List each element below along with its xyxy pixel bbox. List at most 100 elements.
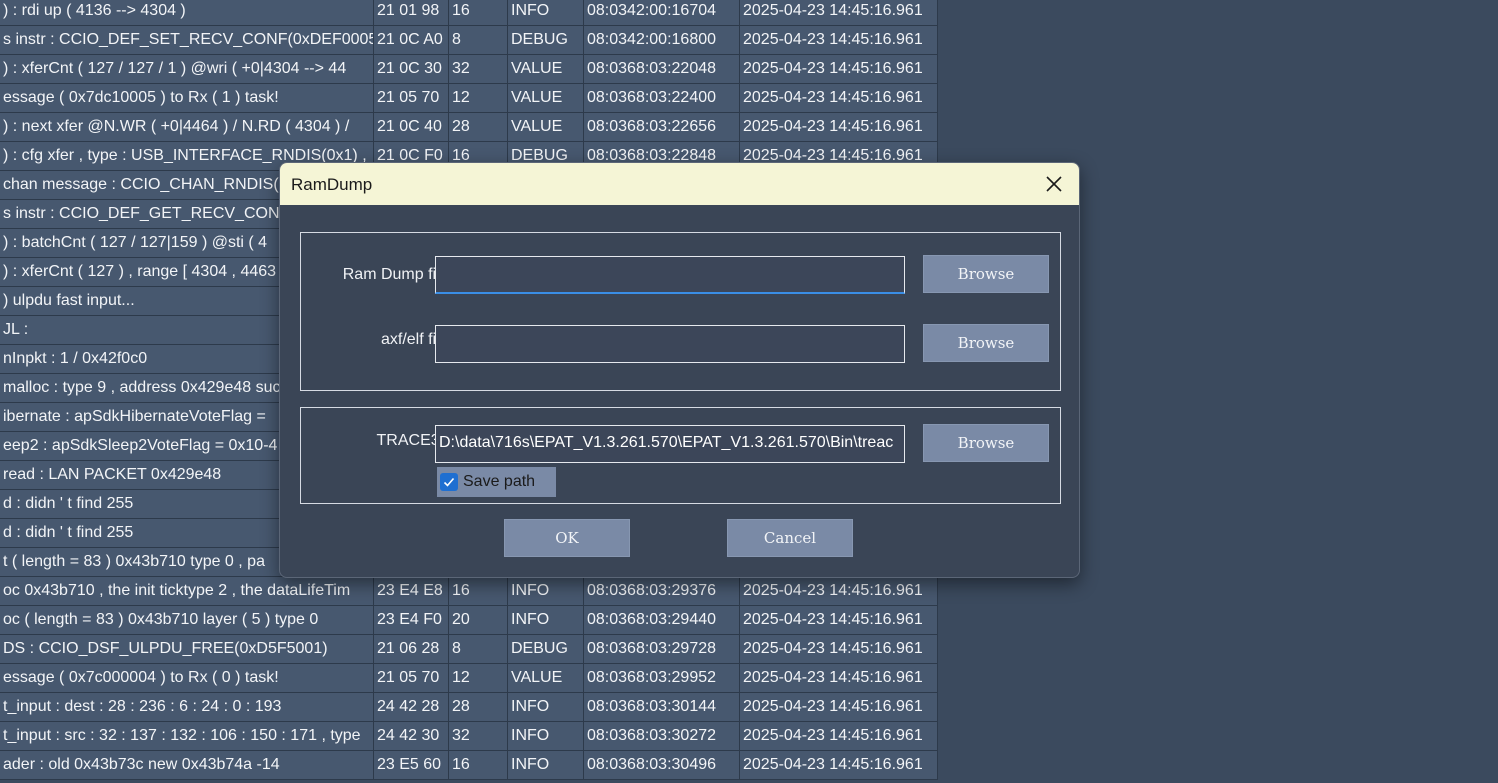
close-icon <box>1046 176 1062 192</box>
log-cell-time: 2025-04-23 14:45:16.961 <box>739 721 938 751</box>
log-cell-len: 12 <box>448 663 508 693</box>
log-row[interactable]: oc 0x43b710 , the init ticktype 2 , the … <box>0 576 938 606</box>
trace32-label: TRACE32: <box>376 432 453 449</box>
log-cell-tick: 08:0368:03:22400 <box>583 83 740 113</box>
log-row[interactable]: ader : old 0x43b73c new 0x43b74a -14 23 E… <box>0 750 938 780</box>
log-cell-code: 24 42 30 <box>373 721 449 751</box>
log-cell-level: VALUE <box>507 112 584 142</box>
log-cell-len: 16 <box>448 576 508 606</box>
log-cell-len: 12 <box>448 83 508 113</box>
log-cell-level: INFO <box>507 721 584 751</box>
log-cell-len: 28 <box>448 112 508 142</box>
checkmark-icon <box>443 477 455 487</box>
log-cell-level: VALUE <box>507 663 584 693</box>
log-cell-code: 23 E5 60 <box>373 750 449 780</box>
log-cell-len: 32 <box>448 54 508 84</box>
log-cell-time: 2025-04-23 14:45:16.961 <box>739 83 938 113</box>
log-cell-msg: t_input : src : 32 : 137 : 132 : 106 : 1… <box>0 721 374 751</box>
log-cell-level: INFO <box>507 750 584 780</box>
dialog-title: RamDump <box>291 175 373 194</box>
log-cell-len: 20 <box>448 605 508 635</box>
log-cell-code: 23 E4 E8 <box>373 576 449 606</box>
axf-elf-browse-button[interactable]: Browse <box>923 324 1049 362</box>
log-row[interactable]: oc ( length = 83 ) 0x43b710 layer ( 5 ) … <box>0 605 938 635</box>
log-row[interactable]: t_input : dest : 28 : 236 : 6 : 24 : 0 :… <box>0 692 938 722</box>
ok-button[interactable]: OK <box>504 519 630 557</box>
log-cell-len: 32 <box>448 721 508 751</box>
log-cell-time: 2025-04-23 14:45:16.961 <box>739 605 938 635</box>
log-cell-time: 2025-04-23 14:45:16.961 <box>739 634 938 664</box>
log-cell-len: 16 <box>448 750 508 780</box>
log-cell-tick: 08:0342:00:16800 <box>583 25 740 55</box>
log-cell-msg: oc ( length = 83 ) 0x43b710 layer ( 5 ) … <box>0 605 374 635</box>
log-cell-tick: 08:0368:03:29376 <box>583 576 740 606</box>
log-row[interactable]: t_input : src : 32 : 137 : 132 : 106 : 1… <box>0 721 938 751</box>
dialog-title-bar[interactable]: RamDump <box>280 163 1079 205</box>
log-cell-time: 2025-04-23 14:45:16.961 <box>739 0 938 26</box>
log-row[interactable]: essage ( 0x7c000004 ) to Rx ( 0 ) task! 2… <box>0 663 938 693</box>
ramdump-dialog: RamDump Ram Dump file: Browse axf/elf fi… <box>279 162 1080 578</box>
log-cell-msg: s instr : CCIO_DEF_SET_RECV_CONF(0xDEF00… <box>0 25 374 55</box>
log-cell-time: 2025-04-23 14:45:16.961 <box>739 692 938 722</box>
log-cell-code: 21 0C A0 <box>373 25 449 55</box>
log-cell-code: 21 06 28 <box>373 634 449 664</box>
log-row[interactable]: s instr : CCIO_DEF_SET_RECV_CONF(0xDEF00… <box>0 25 938 55</box>
log-cell-level: INFO <box>507 692 584 722</box>
trace32-path-input[interactable]: D:\data\716s\EPAT_V1.3.261.570\EPAT_V1.3… <box>435 425 905 463</box>
axf-elf-file-label: axf/elf file: <box>380 331 453 348</box>
log-cell-time: 2025-04-23 14:45:16.961 <box>739 112 938 142</box>
log-row[interactable]: DS : CCIO_DSF_ULPDU_FREE(0xD5F5001) 21 06… <box>0 634 938 664</box>
log-row[interactable]: ) : next xfer @N.WR ( +0|4464 ) / N.RD (… <box>0 112 938 142</box>
ramdump-file-input[interactable] <box>435 256 905 294</box>
close-button[interactable] <box>1037 169 1071 199</box>
log-cell-tick: 08:0368:03:22656 <box>583 112 740 142</box>
log-cell-len: 8 <box>448 25 508 55</box>
log-cell-msg: essage ( 0x7dc10005 ) to Rx ( 1 ) task! <box>0 83 374 113</box>
log-cell-level: INFO <box>507 0 584 26</box>
log-cell-tick: 08:0368:03:30496 <box>583 750 740 780</box>
log-cell-tick: 08:0368:03:30272 <box>583 721 740 751</box>
trace32-browse-button[interactable]: Browse <box>923 424 1049 462</box>
log-cell-msg: ) : rdi up ( 4136 --> 4304 ) <box>0 0 374 26</box>
log-cell-code: 21 01 98 <box>373 0 449 26</box>
log-cell-tick: 08:0368:03:22048 <box>583 54 740 84</box>
log-cell-msg: ) : xferCnt ( 127 / 127 / 1 ) @wri ( +0|… <box>0 54 374 84</box>
log-cell-level: DEBUG <box>507 25 584 55</box>
log-cell-msg: oc 0x43b710 , the init ticktype 2 , the … <box>0 576 374 606</box>
log-cell-code: 21 05 70 <box>373 663 449 693</box>
log-cell-msg: t_input : dest : 28 : 236 : 6 : 24 : 0 :… <box>0 692 374 722</box>
log-cell-code: 21 05 70 <box>373 83 449 113</box>
log-cell-msg: DS : CCIO_DSF_ULPDU_FREE(0xD5F5001) <box>0 634 374 664</box>
log-cell-level: INFO <box>507 576 584 606</box>
log-cell-tick: 08:0368:03:29728 <box>583 634 740 664</box>
log-row[interactable]: essage ( 0x7dc10005 ) to Rx ( 1 ) task! 2… <box>0 83 938 113</box>
log-cell-code: 23 E4 F0 <box>373 605 449 635</box>
cancel-button[interactable]: Cancel <box>727 519 853 557</box>
log-cell-len: 28 <box>448 692 508 722</box>
log-cell-msg: ader : old 0x43b73c new 0x43b74a -14 <box>0 750 374 780</box>
ramdump-file-label: Ram Dump file: <box>342 266 453 283</box>
log-cell-len: 8 <box>448 634 508 664</box>
log-cell-code: 21 0C 30 <box>373 54 449 84</box>
log-cell-time: 2025-04-23 14:45:16.961 <box>739 750 938 780</box>
log-cell-tick: 08:0368:03:29440 <box>583 605 740 635</box>
log-row[interactable]: ) : xferCnt ( 127 / 127 / 1 ) @wri ( +0|… <box>0 54 938 84</box>
log-cell-level: INFO <box>507 605 584 635</box>
log-cell-tick: 08:0368:03:30144 <box>583 692 740 722</box>
log-cell-level: VALUE <box>507 54 584 84</box>
save-path-checkbox[interactable]: Save path <box>437 467 556 497</box>
log-cell-msg: essage ( 0x7c000004 ) to Rx ( 0 ) task! <box>0 663 374 693</box>
log-cell-time: 2025-04-23 14:45:16.961 <box>739 663 938 693</box>
ramdump-browse-button[interactable]: Browse <box>923 255 1049 293</box>
log-cell-time: 2025-04-23 14:45:16.961 <box>739 576 938 606</box>
log-cell-tick: 08:0342:00:16704 <box>583 0 740 26</box>
log-cell-msg: ) : next xfer @N.WR ( +0|4464 ) / N.RD (… <box>0 112 374 142</box>
log-cell-level: DEBUG <box>507 634 584 664</box>
log-cell-code: 21 0C 40 <box>373 112 449 142</box>
log-cell-tick: 08:0368:03:29952 <box>583 663 740 693</box>
checkbox-box[interactable] <box>440 473 458 491</box>
axf-elf-file-input[interactable] <box>435 325 905 363</box>
log-row[interactable]: ) : rdi up ( 4136 --> 4304 ) 21 01 98 16 IN… <box>0 0 938 26</box>
save-path-label: Save path <box>463 473 536 490</box>
log-cell-code: 24 42 28 <box>373 692 449 722</box>
